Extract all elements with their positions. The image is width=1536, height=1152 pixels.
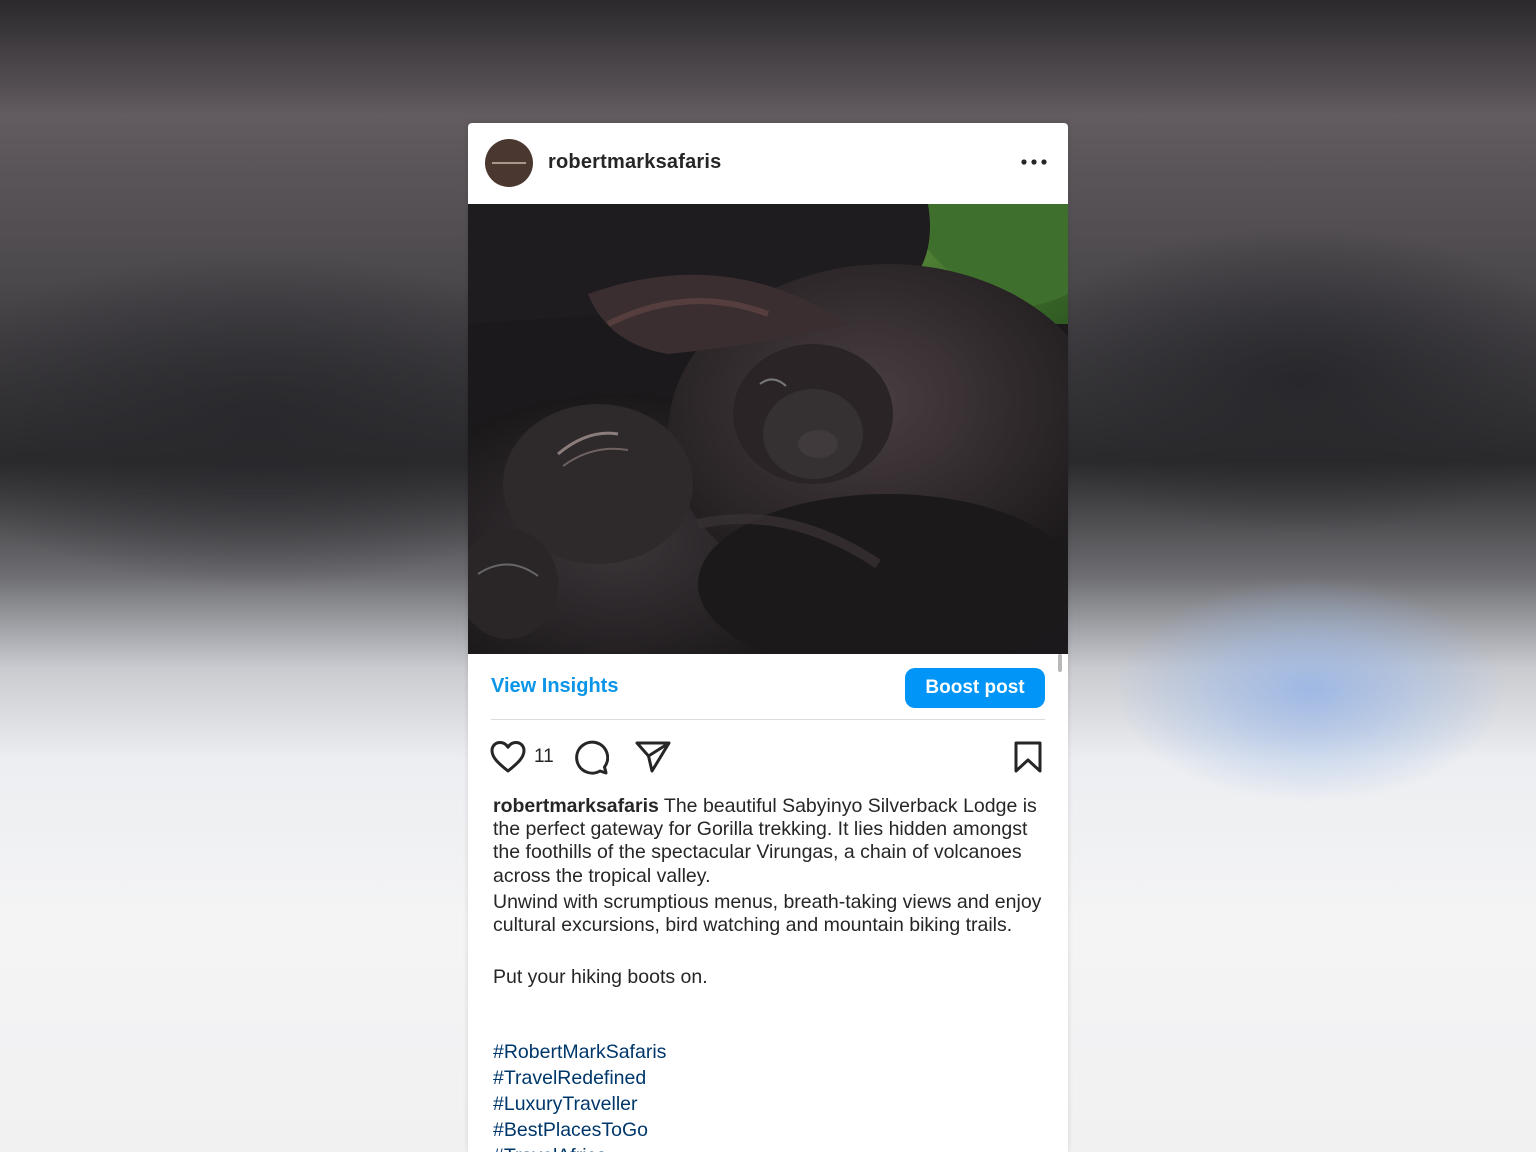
hashtag-link[interactable]: #TravelRedefined [493, 1065, 666, 1091]
more-horizontal-icon [1021, 159, 1047, 165]
hashtag-link[interactable]: #RobertMarkSafaris [493, 1039, 666, 1065]
bookmark-icon[interactable] [1013, 740, 1043, 774]
scrollbar-thumb[interactable] [1058, 654, 1062, 672]
view-insights-link[interactable]: View Insights [491, 675, 618, 698]
instagram-post-card: robertmarksafaris View Insights Boost po… [468, 123, 1068, 1152]
divider [491, 719, 1045, 720]
action-bar: 11 [468, 736, 1068, 780]
brand-logo-icon [492, 162, 526, 164]
post-header: robertmarksafaris [468, 123, 1068, 204]
post-username[interactable]: robertmarksafaris [548, 151, 722, 174]
caption-text-2: Unwind with scrumptious menus, breath-ta… [493, 890, 1042, 937]
avatar[interactable] [485, 139, 533, 187]
comment-icon[interactable] [573, 740, 609, 776]
heart-icon[interactable] [490, 740, 526, 774]
caption-username[interactable]: robertmarksafaris [493, 795, 659, 817]
hashtag-list: #RobertMarkSafaris #TravelRedefined #Lux… [493, 1039, 666, 1152]
more-options-button[interactable] [1016, 149, 1052, 175]
boost-post-button[interactable]: Boost post [905, 668, 1045, 708]
hashtag-link[interactable]: #LuxuryTraveller [493, 1091, 666, 1117]
like-count[interactable]: 11 [534, 746, 554, 768]
gorilla-photo-image [468, 204, 1068, 654]
send-icon[interactable] [635, 740, 671, 774]
caption-text-3: Put your hiking boots on. [493, 966, 708, 989]
hashtag-link[interactable]: #BestPlacesToGo [493, 1117, 666, 1143]
post-caption: robertmarksafaris The beautiful Sabyinyo… [493, 795, 1048, 989]
post-photo[interactable] [468, 204, 1068, 654]
caption-paragraph-1: robertmarksafaris The beautiful Sabyinyo… [493, 795, 1048, 888]
hashtag-link[interactable]: #TravelAfrica [493, 1143, 666, 1152]
